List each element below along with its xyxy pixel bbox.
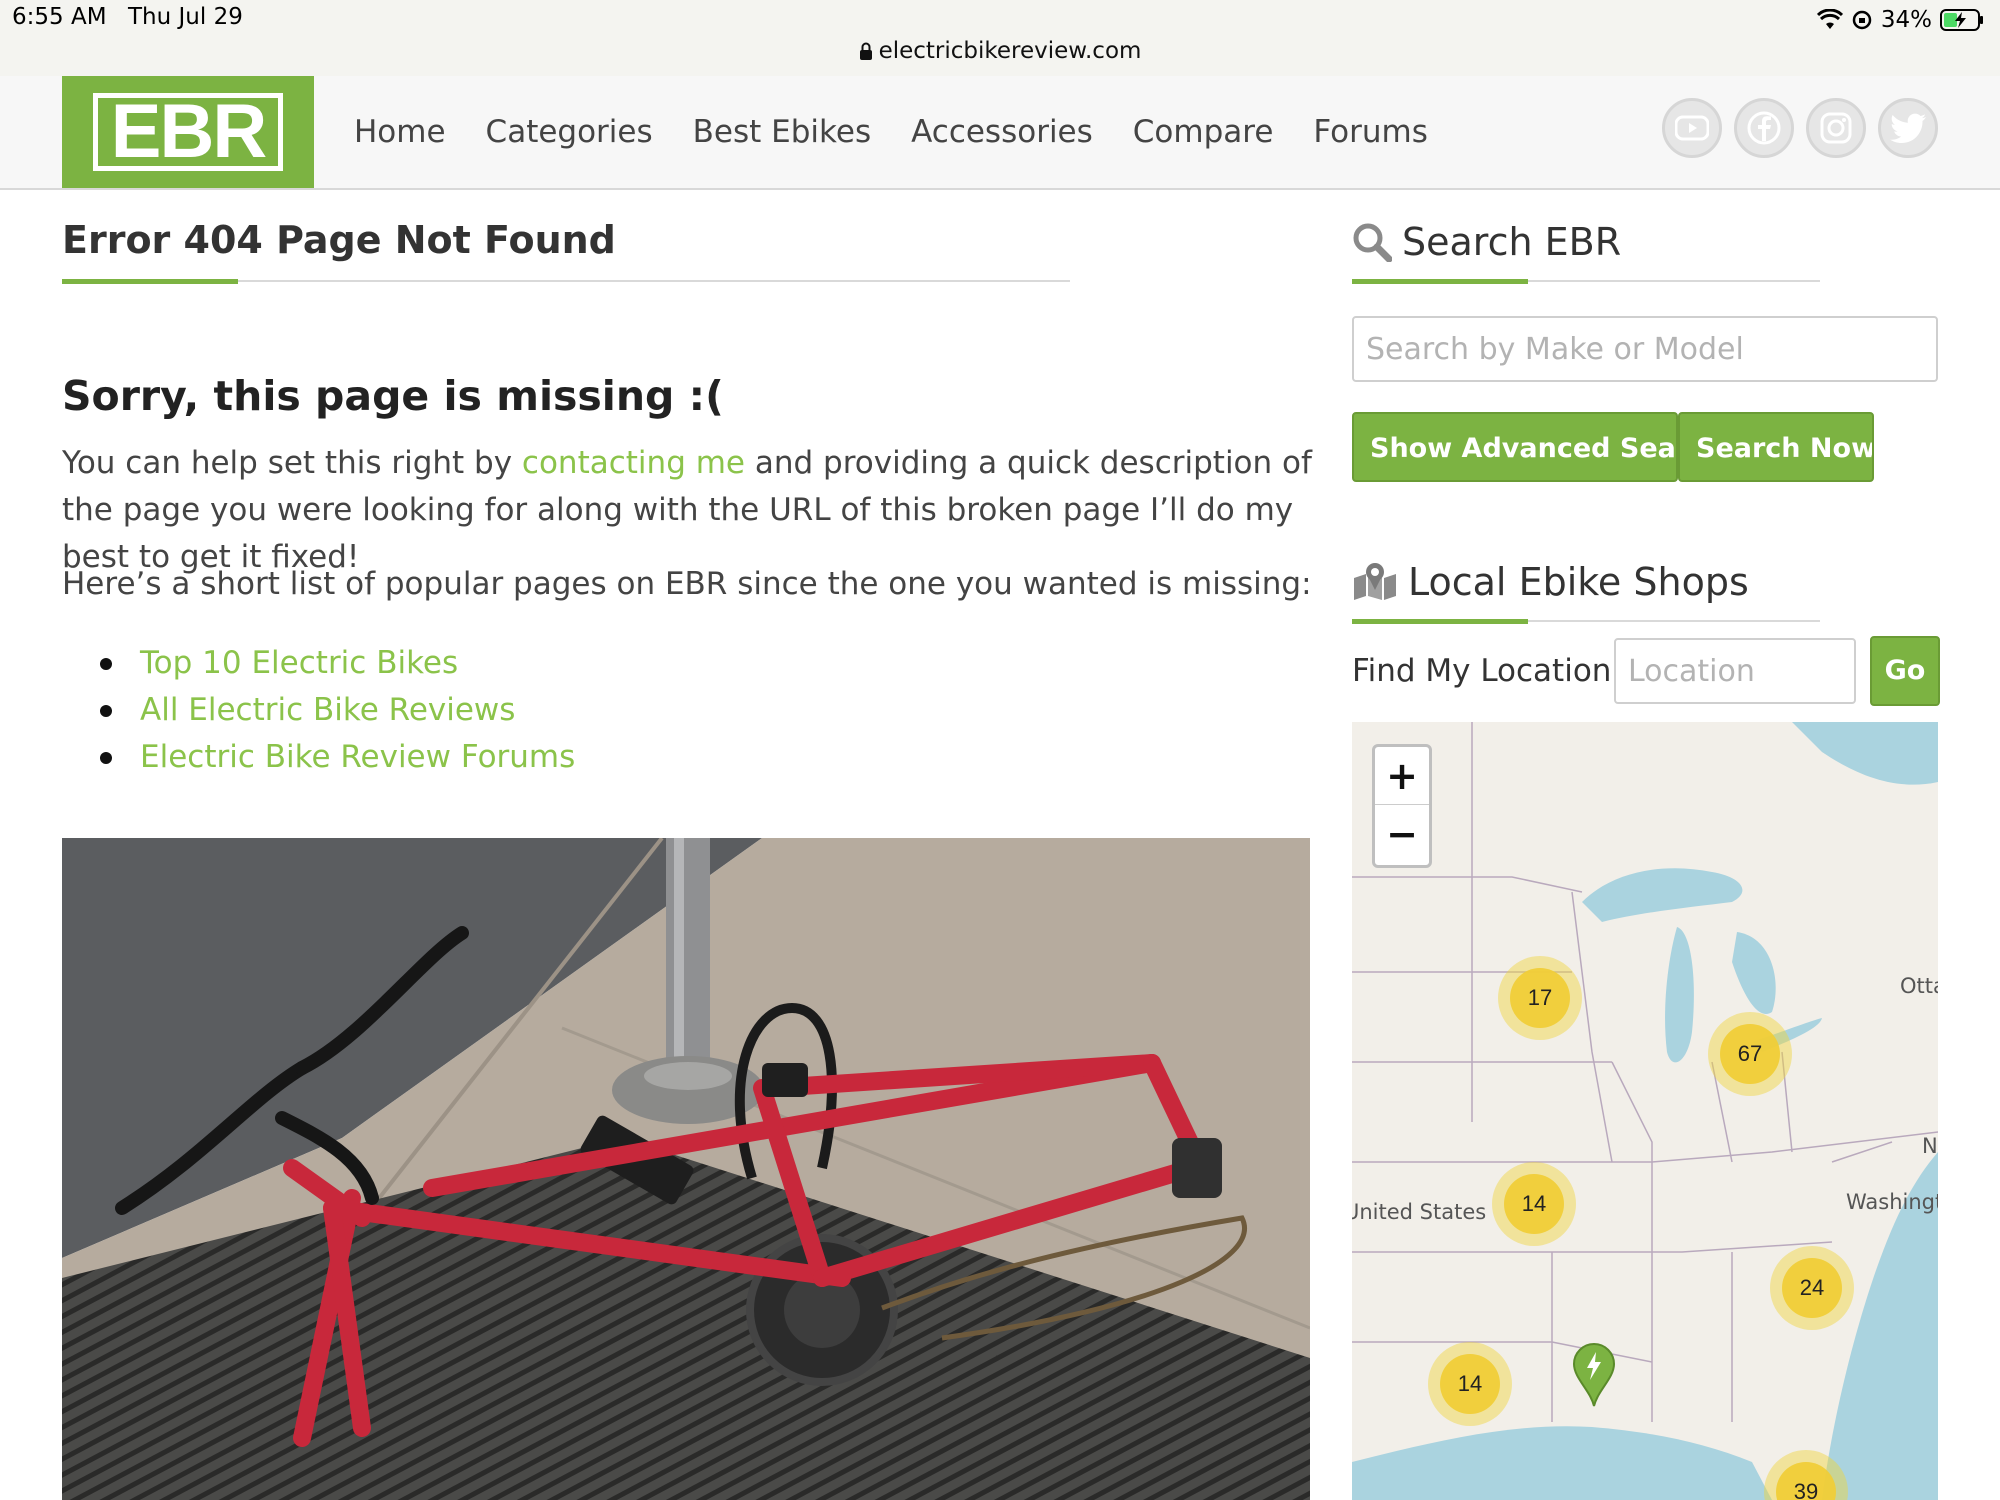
search-ebr-heading: Search EBR xyxy=(1352,220,1621,264)
contact-link[interactable]: contacting me xyxy=(522,445,745,481)
link-top-10-electric-bikes[interactable]: Top 10 Electric Bikes xyxy=(140,645,458,681)
help-text-start: You can help set this right by xyxy=(62,445,522,481)
social-links xyxy=(1662,98,1938,158)
status-time: 6:55 AM xyxy=(12,4,107,30)
shops-divider-accent xyxy=(1352,619,1528,624)
status-bar: 6:55 AM Thu Jul 29 34% electricbikerevie… xyxy=(0,0,2000,76)
instagram-icon[interactable] xyxy=(1806,98,1866,158)
popular-intro: Here’s a short list of popular pages on … xyxy=(62,566,1312,602)
cluster-count: 24 xyxy=(1782,1258,1842,1318)
main-nav: Home Categories Best Ebikes Accessories … xyxy=(354,76,1428,188)
battery-percent: 34% xyxy=(1880,7,1932,33)
find-my-location-label[interactable]: Find My Location xyxy=(1352,653,1614,689)
list-item: Top 10 Electric Bikes xyxy=(100,640,575,687)
search-ebr-title: Search EBR xyxy=(1402,220,1622,264)
show-advanced-search-button[interactable]: Show Advanced Search xyxy=(1352,412,1678,482)
status-indicators: 34% xyxy=(1816,4,1984,36)
wifi-icon xyxy=(1816,9,1843,29)
cluster-count: 17 xyxy=(1510,968,1570,1028)
cluster-count: 67 xyxy=(1720,1024,1780,1084)
page-title: Error 404 Page Not Found xyxy=(62,218,616,262)
logo-text: EBR xyxy=(93,93,283,171)
list-item: All Electric Bike Reviews xyxy=(100,687,575,734)
map-label-united-states: United States xyxy=(1352,1200,1487,1224)
nav-compare[interactable]: Compare xyxy=(1133,114,1274,150)
search-buttons: Show Advanced Search Search Now xyxy=(1352,412,1874,482)
help-paragraph: You can help set this right by contactin… xyxy=(62,440,1312,581)
cluster-count: 39 xyxy=(1776,1462,1836,1500)
ebr-logo[interactable]: EBR xyxy=(62,76,314,188)
popular-links-list: Top 10 Electric Bikes All Electric Bike … xyxy=(100,640,575,781)
search-now-button[interactable]: Search Now xyxy=(1678,412,1874,482)
nav-categories[interactable]: Categories xyxy=(486,114,653,150)
go-button[interactable]: Go xyxy=(1870,636,1940,706)
nav-accessories[interactable]: Accessories xyxy=(911,114,1093,150)
search-icon xyxy=(1353,223,1392,262)
search-input[interactable] xyxy=(1352,316,1938,382)
find-location-row: Find My Location Go xyxy=(1352,636,1940,706)
map-cluster[interactable]: 24 xyxy=(1770,1246,1854,1330)
cluster-count: 14 xyxy=(1504,1174,1564,1234)
site-header: EBR Home Categories Best Ebikes Accessor… xyxy=(0,76,2000,190)
lock-icon xyxy=(859,42,872,60)
zoom-in-button[interactable]: + xyxy=(1375,747,1429,805)
battery-charging-icon xyxy=(1940,9,1983,31)
zoom-out-button[interactable]: − xyxy=(1375,805,1429,863)
youtube-icon[interactable] xyxy=(1662,98,1722,158)
status-date: Thu Jul 29 xyxy=(128,4,243,30)
map-cluster[interactable]: 17 xyxy=(1498,956,1582,1040)
link-forums[interactable]: Electric Bike Review Forums xyxy=(140,739,575,775)
facebook-icon[interactable] xyxy=(1734,98,1794,158)
local-shops-heading: Local Ebike Shops xyxy=(1352,560,1749,604)
nav-best-ebikes[interactable]: Best Ebikes xyxy=(693,114,871,150)
url-text: electricbikereview.com xyxy=(878,38,1142,64)
map-cluster[interactable]: 14 xyxy=(1428,1342,1512,1426)
nav-forums[interactable]: Forums xyxy=(1313,114,1427,150)
orientation-lock-icon xyxy=(1852,10,1872,30)
map-label-n: N xyxy=(1922,1134,1938,1158)
map-zoom-control: + − xyxy=(1372,744,1432,868)
broken-bike-photo xyxy=(62,838,1310,1500)
title-divider-accent xyxy=(62,279,238,284)
nav-home[interactable]: Home xyxy=(354,114,446,150)
address-bar[interactable]: electricbikereview.com xyxy=(0,38,2000,64)
search-divider-accent xyxy=(1352,279,1528,284)
list-item: Electric Bike Review Forums xyxy=(100,734,575,781)
twitter-icon[interactable] xyxy=(1878,98,1938,158)
map-cluster[interactable]: 14 xyxy=(1492,1162,1576,1246)
shop-marker-icon[interactable] xyxy=(1572,1342,1616,1408)
map-pin-icon xyxy=(1354,563,1396,600)
local-shops-title: Local Ebike Shops xyxy=(1408,560,1749,604)
map-label-washington: Washingt xyxy=(1846,1190,1938,1214)
location-input[interactable] xyxy=(1614,638,1856,704)
cluster-count: 14 xyxy=(1440,1354,1500,1414)
map-label-ottawa: Otta xyxy=(1900,974,1938,998)
shop-map[interactable]: + − 17 67 14 24 14 39 Otta United States… xyxy=(1352,722,1938,1500)
missing-heading: Sorry, this page is missing :( xyxy=(62,372,724,420)
map-cluster[interactable]: 67 xyxy=(1708,1012,1792,1096)
link-all-reviews[interactable]: All Electric Bike Reviews xyxy=(140,692,515,728)
